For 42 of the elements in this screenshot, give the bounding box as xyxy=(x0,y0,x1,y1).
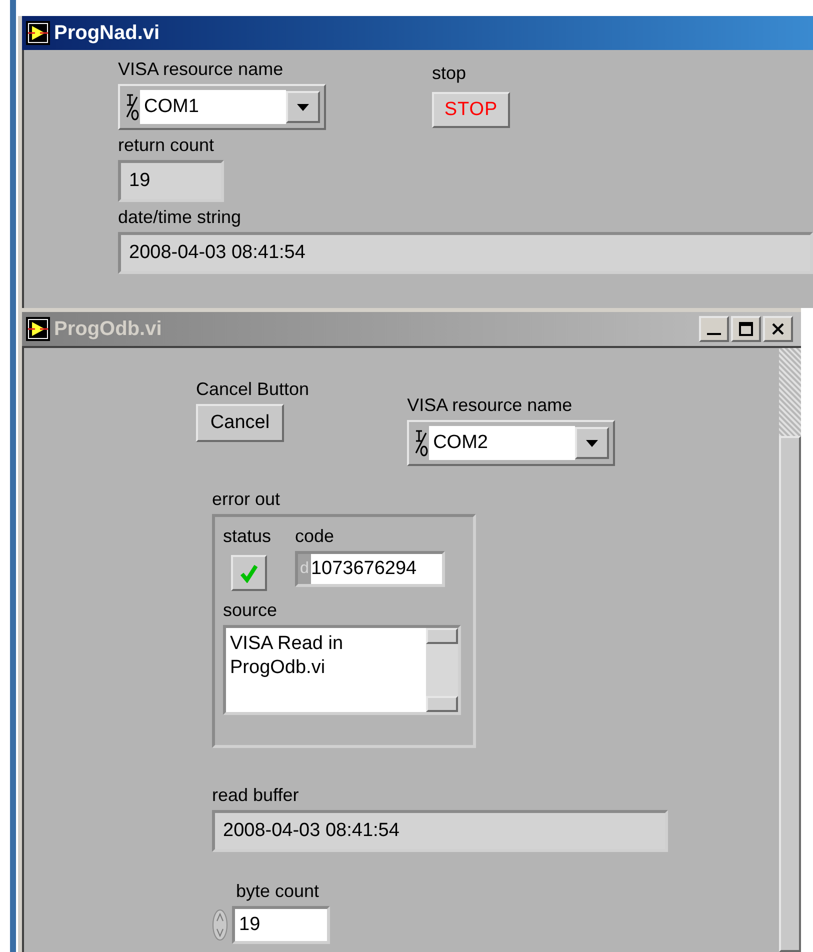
control-label: VISA resource name xyxy=(118,58,284,80)
vi-icon xyxy=(26,317,50,341)
byte-count-field[interactable]: 19 xyxy=(232,906,330,944)
caret-icon xyxy=(586,440,598,446)
control-label: code xyxy=(295,525,336,547)
scroll-up-button[interactable] xyxy=(426,628,458,644)
scroll-down-button[interactable] xyxy=(426,696,458,712)
caret-icon xyxy=(297,104,309,110)
control-label: stop xyxy=(432,62,468,84)
radix-indicator: d xyxy=(299,559,310,579)
spinner-arrows-icon xyxy=(212,909,228,941)
close-icon xyxy=(771,322,785,336)
dropdown-arrow-button[interactable] xyxy=(286,91,320,123)
minimize-button[interactable] xyxy=(699,316,729,342)
visa-resource-dropdown[interactable]: COM1 xyxy=(118,84,326,130)
maximize-icon xyxy=(739,322,753,336)
control-label: VISA resource name xyxy=(407,394,574,416)
control-label: source xyxy=(223,599,278,621)
control-label: error out xyxy=(212,488,282,510)
control-label: Cancel Button xyxy=(196,378,310,400)
control-label: return count xyxy=(118,134,216,156)
window-title: ProgOdb.vi xyxy=(54,317,163,342)
window-title: ProgNad.vi xyxy=(54,21,161,46)
return-count-indicator: 19 xyxy=(118,160,224,202)
visa-resource-dropdown[interactable]: COM2 xyxy=(407,420,616,466)
control-label: status xyxy=(223,525,272,547)
vi-icon xyxy=(26,21,50,45)
cancel-button[interactable]: Cancel xyxy=(196,404,284,442)
control-label: byte count xyxy=(236,880,320,902)
io-icon xyxy=(124,92,140,122)
source-text: VISA Read in ProgOdb.vi xyxy=(229,632,344,680)
read-buffer-indicator: 2008-04-03 08:41:54 xyxy=(212,810,668,852)
dropdown-arrow-button[interactable] xyxy=(575,427,610,459)
control-label: read buffer xyxy=(212,784,300,806)
minimize-icon xyxy=(707,333,721,335)
io-icon xyxy=(413,428,430,458)
check-icon xyxy=(239,563,259,583)
close-button[interactable] xyxy=(763,316,793,342)
code-value: 1073676294 xyxy=(310,554,442,584)
maximize-button[interactable] xyxy=(731,316,761,342)
control-label: date/time string xyxy=(118,206,242,228)
date-time-indicator: 2008-04-03 08:41:54 xyxy=(118,232,813,274)
